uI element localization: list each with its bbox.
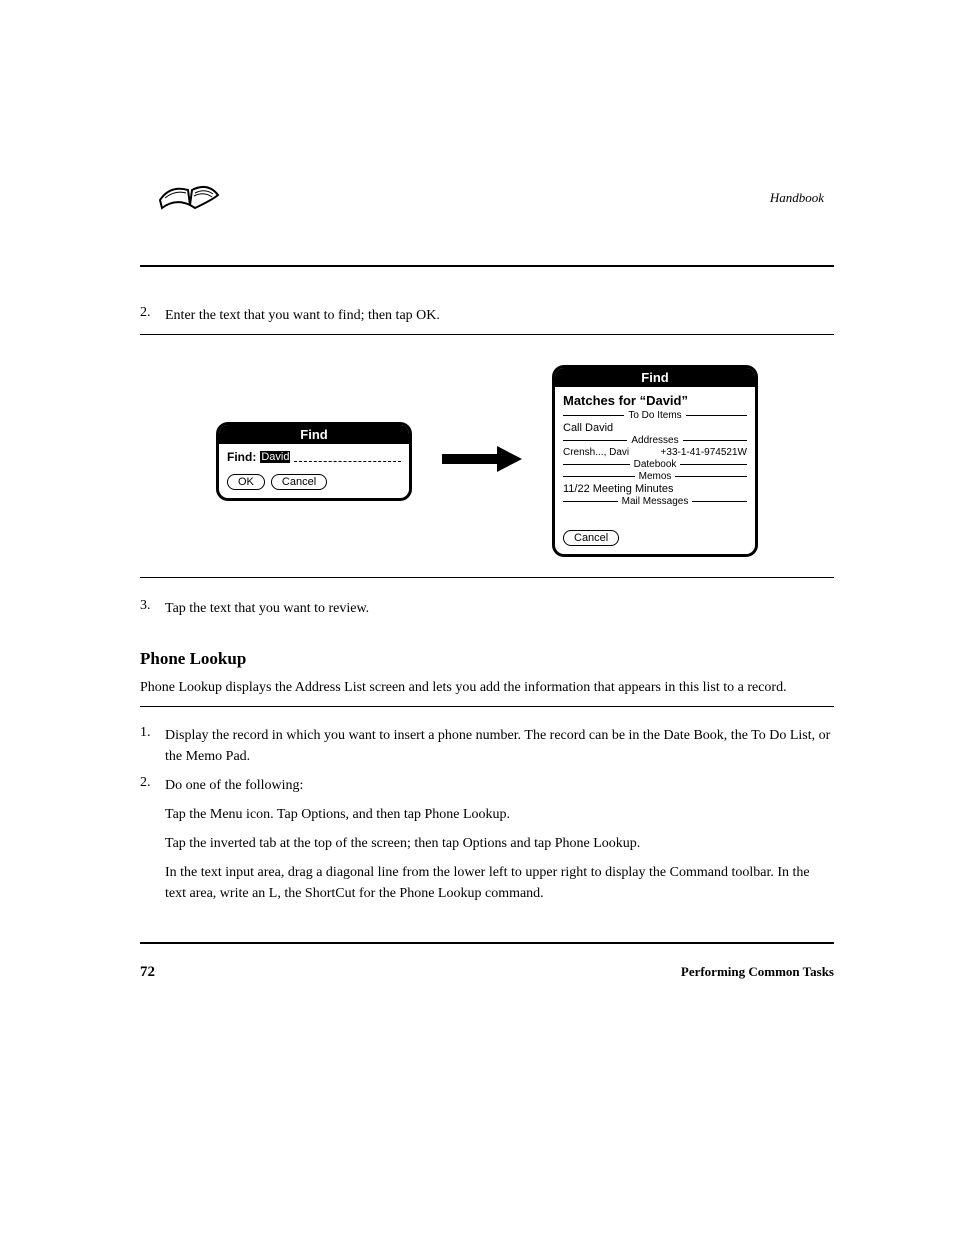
- ok-button[interactable]: OK: [227, 474, 265, 490]
- result-item-memo[interactable]: 11/22 Meeting Minutes: [563, 483, 747, 495]
- footer-text: Performing Common Tasks: [681, 964, 834, 981]
- book-icon: [150, 160, 230, 225]
- pl-step-2: 2. Do one of the following:: [140, 775, 834, 796]
- step-number: 2.: [140, 305, 165, 321]
- page-number: 72: [140, 964, 155, 981]
- section-memos: Memos: [563, 471, 747, 482]
- step-text: Enter the text that you want to find; th…: [165, 305, 834, 326]
- option-c: In the text input area, drag a diagonal …: [165, 862, 834, 904]
- step-number: 1.: [140, 725, 165, 741]
- cancel-button[interactable]: Cancel: [563, 530, 619, 546]
- option-b: Tap the inverted tab at the top of the s…: [165, 833, 834, 854]
- phone-lookup-intro: Phone Lookup displays the Address List s…: [140, 677, 834, 698]
- dialog-title: Find: [219, 425, 409, 444]
- section-mail: Mail Messages: [563, 496, 747, 507]
- step-text: Do one of the following:: [165, 775, 834, 796]
- result-item-address[interactable]: Crensh..., Davi +33-1-41-974521W: [563, 447, 747, 458]
- section-todo: To Do Items: [563, 410, 747, 421]
- phone-lookup-heading: Phone Lookup: [140, 649, 834, 669]
- find-label: Find:: [227, 450, 256, 464]
- step-number: 2.: [140, 775, 165, 791]
- dialog-title: Find: [555, 368, 755, 387]
- step-number: 3.: [140, 598, 165, 614]
- find-dialog: Find Find: David OK Cancel: [216, 422, 412, 501]
- step-2: 2. Enter the text that you want to find;…: [140, 305, 834, 326]
- step-3: 3. Tap the text that you want to review.: [140, 598, 834, 619]
- section-addresses: Addresses: [563, 435, 747, 446]
- section-datebook: Datebook: [563, 459, 747, 470]
- find-results-dialog: Find Matches for “David” To Do Items Cal…: [552, 365, 758, 557]
- cancel-button[interactable]: Cancel: [271, 474, 327, 490]
- arrow-icon: [442, 444, 522, 479]
- matches-header: Matches for “David”: [563, 393, 747, 408]
- find-input[interactable]: David: [260, 451, 290, 463]
- input-underline: [294, 451, 401, 462]
- step-text: Display the record in which you want to …: [165, 725, 834, 767]
- result-item-todo[interactable]: Call David: [563, 422, 747, 434]
- handbook-reference: Handbook: [770, 190, 824, 206]
- step-text: Tap the text that you want to review.: [165, 598, 834, 619]
- pl-step-1: 1. Display the record in which you want …: [140, 725, 834, 767]
- option-a: Tap the Menu icon. Tap Options, and then…: [165, 804, 834, 825]
